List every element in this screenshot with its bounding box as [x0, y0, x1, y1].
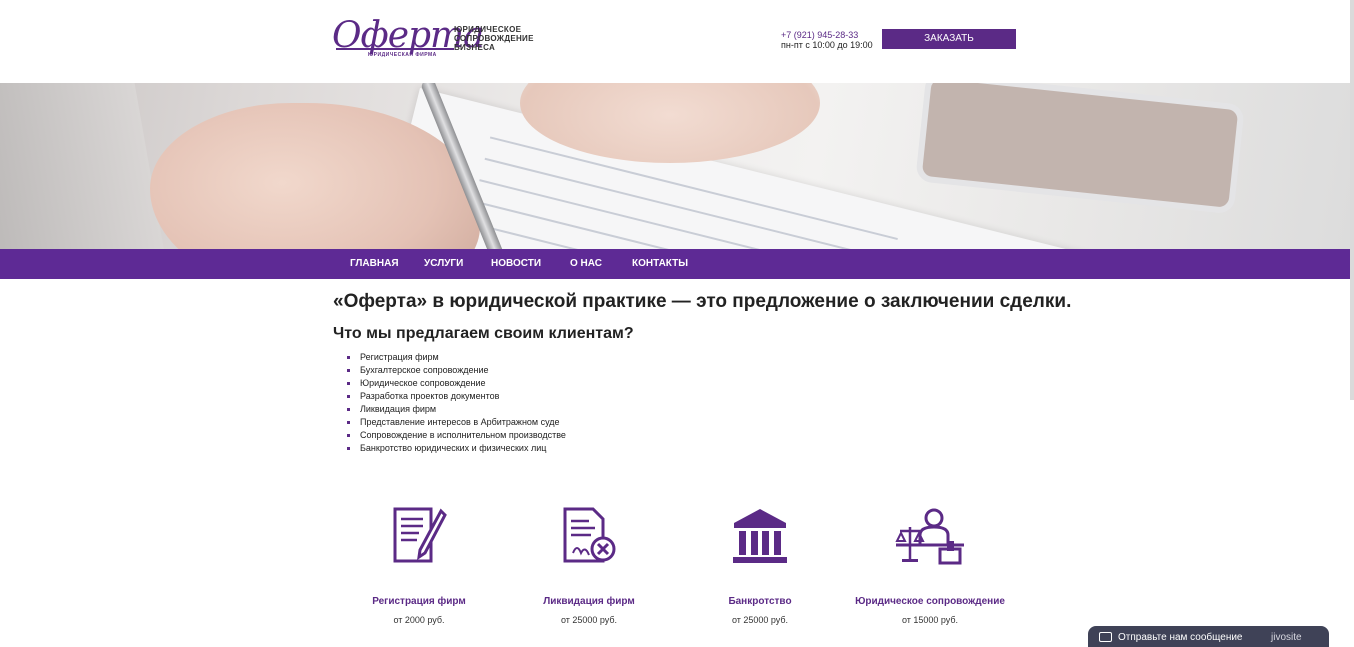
service-card-registration[interactable]: Регистрация фирм от 2000 руб. [334, 505, 504, 635]
card-title[interactable]: Ликвидация фирм [504, 596, 674, 607]
list-item: Банкротство юридических и физических лиц [347, 442, 566, 455]
service-card-legal-support[interactable]: Юридическое сопровождение от 15000 руб. [845, 505, 1015, 635]
site-header: Оферта ЮРИДИЧЕСКАЯ ФИРМА ЮРИДИЧЕСКОЕ СОП… [0, 0, 1354, 83]
services-list: Регистрация фирм Бухгалтерское сопровожд… [347, 351, 566, 455]
nav-item-services[interactable]: УСЛУГИ [424, 249, 463, 279]
list-item: Юридическое сопровождение [347, 377, 566, 390]
hero-image [0, 83, 1354, 249]
page-lead: «Оферта» в юридической практике — это пр… [333, 291, 1072, 312]
card-title[interactable]: Юридическое сопровождение [845, 596, 1015, 607]
logo-underline [336, 48, 454, 50]
card-price: от 15000 руб. [901, 615, 959, 625]
card-price: от 25000 руб. [560, 615, 618, 625]
logo-tagline: ЮРИДИЧЕСКОЕ СОПРОВОЖДЕНИЕ БИЗНЕСА [454, 25, 534, 52]
list-item: Представление интересов в Арбитражном су… [347, 416, 566, 429]
section-heading: Что мы предлагаем своим клиентам? [333, 325, 634, 342]
list-item: Разработка проектов документов [347, 390, 566, 403]
hero-phone [915, 83, 1245, 215]
list-item: Ликвидация фирм [347, 403, 566, 416]
card-title[interactable]: Регистрация фирм [334, 596, 504, 607]
chat-label[interactable]: Отправьте нам сообщение [1118, 632, 1243, 643]
chat-brand: jivosite [1271, 632, 1302, 643]
nav-item-home[interactable]: ГЛАВНАЯ [350, 249, 399, 279]
nav-item-about[interactable]: О НАС [570, 249, 602, 279]
logo[interactable]: Оферта ЮРИДИЧЕСКАЯ ФИРМА ЮРИДИЧЕСКОЕ СОП… [332, 14, 552, 60]
scrollbar[interactable] [1350, 0, 1354, 400]
document-pen-icon [393, 507, 447, 563]
card-price: от 2000 руб. [393, 615, 445, 625]
service-card-liquidation[interactable]: Ликвидация фирм от 25000 руб. [504, 505, 674, 635]
contact-info: +7 (921) 945-28-33 пн-пт с 10:00 до 19:0… [781, 30, 873, 50]
courthouse-icon [733, 509, 787, 563]
card-title[interactable]: Банкротство [675, 596, 845, 607]
document-cancel-icon [563, 507, 616, 563]
service-card-bankruptcy[interactable]: Банкротство от 25000 руб. [675, 505, 845, 635]
main-nav: ГЛАВНАЯ УСЛУГИ НОВОСТИ О НАС КОНТАКТЫ [0, 249, 1354, 279]
logo-subtitle: ЮРИДИЧЕСКАЯ ФИРМА [368, 52, 437, 58]
list-item: Бухгалтерское сопровождение [347, 364, 566, 377]
logo-tagline-line: СОПРОВОЖДЕНИЕ [454, 34, 534, 43]
nav-item-news[interactable]: НОВОСТИ [491, 249, 541, 279]
logo-tagline-line: БИЗНЕСА [454, 43, 496, 52]
chat-widget[interactable]: Отправьте нам сообщение jivosite [1088, 626, 1329, 647]
list-item: Сопровождение в исполнительном производс… [347, 429, 566, 442]
phone-number[interactable]: +7 (921) 945-28-33 [781, 30, 873, 40]
list-item: Регистрация фирм [347, 351, 566, 364]
logo-tagline-line: ЮРИДИЧЕСКОЕ [454, 25, 522, 34]
hero-sleeve [0, 83, 169, 249]
message-icon [1099, 632, 1112, 642]
order-consultation-button[interactable]: ЗАКАЗАТЬ КОНСУЛЬТАЦИЮ [882, 29, 1016, 64]
nav-item-contacts[interactable]: КОНТАКТЫ [632, 249, 688, 279]
working-hours: пн-пт с 10:00 до 19:00 [781, 40, 873, 50]
lawyer-desk-icon [895, 508, 964, 565]
card-price: от 25000 руб. [731, 615, 789, 625]
